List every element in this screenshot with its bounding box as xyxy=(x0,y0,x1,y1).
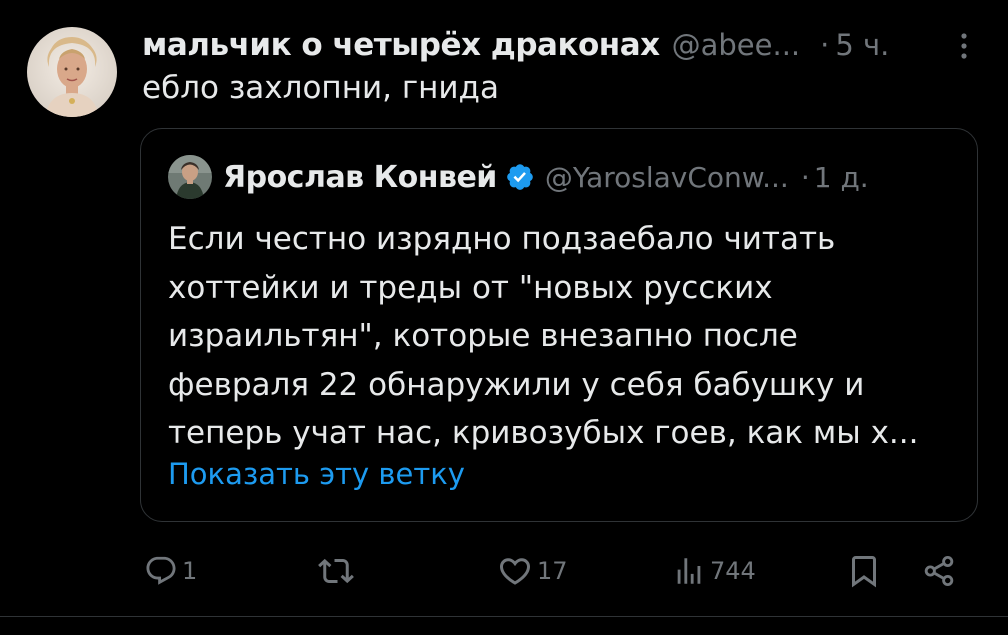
quoted-text-line: Если честно изрядно подзаебало читать xyxy=(168,221,836,257)
action-bar: 1 17 744 xyxy=(0,548,1008,594)
tweet[interactable]: мальчик о четырёх драконах @abee... · 5 … xyxy=(0,0,1008,635)
tweet-header: мальчик о четырёх драконах @abee... · 5 … xyxy=(142,22,889,68)
show-thread-link[interactable]: Показать эту ветку xyxy=(168,457,465,491)
quoted-text-line: теперь учат нас, кривозубых гоев, как мы… xyxy=(168,415,919,451)
author-avatar[interactable] xyxy=(27,27,117,117)
quoted-text-line: израильтян", которые внезапно после xyxy=(168,318,798,354)
quoted-tweet-text: Если честно изрядно подзаебало читать хо… xyxy=(168,215,958,458)
bookmark-icon xyxy=(852,556,876,588)
quoted-text-line: февраля 22 обнаружили у себя бабушку и xyxy=(168,366,865,403)
divider xyxy=(0,616,1008,617)
retweet-icon xyxy=(318,558,354,584)
views-button[interactable]: 744 xyxy=(672,548,756,594)
separator-dot: · xyxy=(800,160,810,194)
separator-dot: · xyxy=(820,28,830,62)
like-count: 17 xyxy=(537,557,568,585)
quoted-tweet[interactable]: Ярослав Конвей @YaroslavConw... · 1 д. Е… xyxy=(140,128,978,522)
like-icon xyxy=(499,558,531,585)
tweet-text: ебло захлопни, гнида xyxy=(142,70,499,106)
like-button[interactable]: 17 xyxy=(497,548,568,594)
quoted-tweet-time[interactable]: 1 д. xyxy=(814,161,869,194)
verified-badge-icon xyxy=(507,164,533,190)
reply-button[interactable]: 1 xyxy=(144,548,197,594)
retweet-button[interactable] xyxy=(318,548,358,594)
author-handle[interactable]: @abee... xyxy=(672,28,801,62)
reply-count: 1 xyxy=(182,557,198,585)
share-icon xyxy=(924,555,954,587)
views-count: 744 xyxy=(710,557,756,585)
share-button[interactable] xyxy=(920,548,958,594)
views-icon xyxy=(677,558,701,584)
quoted-author-avatar[interactable] xyxy=(168,155,212,199)
quoted-text-line: хоттейки и треды от "новых русских xyxy=(168,269,773,306)
tweet-time[interactable]: 5 ч. xyxy=(835,28,889,62)
quoted-author-name[interactable]: Ярослав Конвей xyxy=(223,160,497,195)
quoted-tweet-header: Ярослав Конвей @YaroslavConw... · 1 д. xyxy=(223,155,869,199)
author-name[interactable]: мальчик о четырёх драконах xyxy=(142,27,660,63)
reply-icon xyxy=(146,556,176,585)
quoted-author-handle[interactable]: @YaroslavConw... xyxy=(545,161,789,194)
bookmark-button[interactable] xyxy=(846,548,882,594)
more-icon[interactable] xyxy=(952,28,976,64)
